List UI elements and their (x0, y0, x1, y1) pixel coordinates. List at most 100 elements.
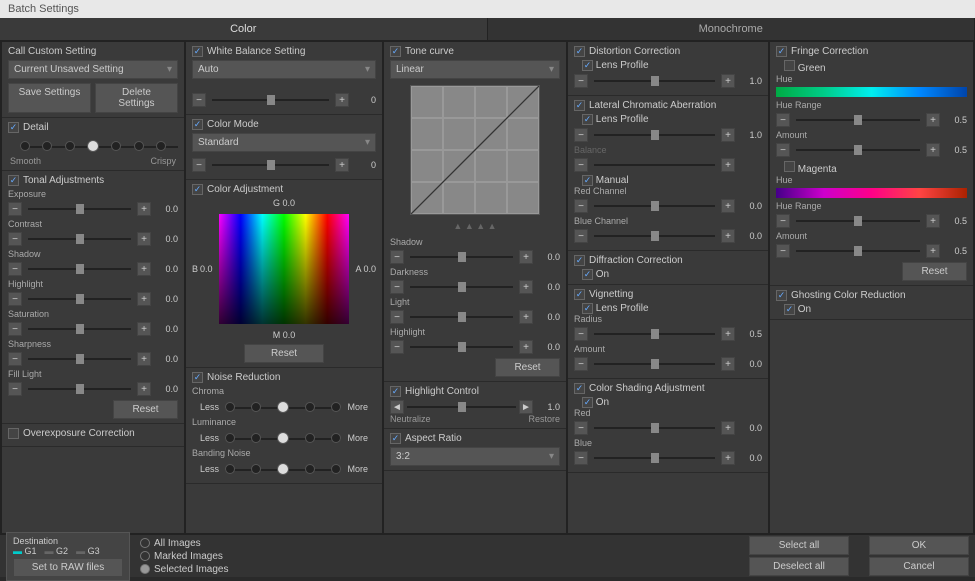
ok-button[interactable]: OK (869, 536, 969, 555)
detail-checkbox[interactable] (8, 122, 19, 133)
plus-button[interactable]: + (721, 327, 735, 341)
wb-dropdown[interactable]: Auto (192, 60, 376, 79)
fringe-checkbox[interactable] (776, 46, 787, 57)
select-all-button[interactable]: Select all (749, 536, 849, 555)
plus-button[interactable]: + (721, 451, 735, 465)
minus-button[interactable]: − (574, 451, 588, 465)
delete-settings-button[interactable]: Delete Settings (95, 83, 178, 113)
plus-button[interactable]: + (721, 128, 735, 142)
plus-button[interactable]: + (721, 199, 735, 213)
tab-monochrome[interactable]: Monochrome (488, 18, 975, 40)
tonecurve-checkbox[interactable] (390, 46, 401, 57)
minus-button[interactable]: − (192, 158, 206, 172)
custom-setting-dropdown[interactable]: Current Unsaved Setting (8, 60, 178, 79)
marked-images-radio[interactable]: Marked Images (140, 551, 229, 562)
plus-button[interactable]: + (721, 74, 735, 88)
lateral-checkbox[interactable] (574, 100, 585, 111)
aspect-checkbox[interactable] (390, 433, 401, 444)
wb-checkbox[interactable] (192, 46, 203, 57)
contrast-slider[interactable] (28, 238, 131, 240)
detail-dot[interactable] (20, 141, 30, 151)
minus-button[interactable]: − (574, 158, 588, 172)
minus-button[interactable]: − (574, 357, 588, 371)
minus-button[interactable]: − (776, 143, 790, 157)
diffraction-checkbox[interactable] (574, 255, 585, 266)
plus-button[interactable]: + (137, 232, 151, 246)
plus-button[interactable]: + (519, 310, 533, 324)
plus-button[interactable]: + (926, 214, 940, 228)
minus-button[interactable]: − (574, 421, 588, 435)
vignetting-lens-checkbox[interactable] (582, 303, 593, 314)
minus-button[interactable]: − (8, 322, 22, 336)
tonecurve-reset-button[interactable]: Reset (495, 358, 560, 377)
magenta-checkbox[interactable] (784, 161, 795, 172)
colormode-dropdown[interactable]: Standard (192, 133, 376, 152)
plus-button[interactable]: + (926, 143, 940, 157)
detail-dot[interactable] (65, 141, 75, 151)
aspect-dropdown[interactable]: 3:2 (390, 447, 560, 466)
shadow-slider[interactable] (28, 268, 131, 270)
minus-button[interactable]: − (390, 250, 404, 264)
minus-button[interactable]: − (8, 202, 22, 216)
distortion-checkbox[interactable] (574, 46, 585, 57)
minus-button[interactable]: − (574, 229, 588, 243)
minus-button[interactable]: − (574, 199, 588, 213)
green-hue-bar[interactable] (776, 87, 967, 97)
plus-button[interactable]: + (519, 340, 533, 354)
plus-button[interactable]: + (721, 421, 735, 435)
minus-button[interactable]: − (390, 340, 404, 354)
ghosting-checkbox[interactable] (776, 290, 787, 301)
hlcontrol-checkbox[interactable] (390, 386, 401, 397)
tonal-reset-button[interactable]: Reset (113, 400, 178, 419)
minus-button[interactable]: − (776, 113, 790, 127)
detail-dot[interactable] (111, 141, 121, 151)
plus-button[interactable]: + (137, 352, 151, 366)
minus-button[interactable]: − (8, 382, 22, 396)
fringe-reset-button[interactable]: Reset (902, 262, 967, 281)
green-checkbox[interactable] (784, 60, 795, 71)
tab-color[interactable]: Color (0, 18, 488, 40)
set-raw-button[interactable]: Set to RAW files (13, 558, 123, 577)
minus-button[interactable]: − (8, 292, 22, 306)
minus-button[interactable]: − (776, 244, 790, 258)
tone-curve-graph[interactable] (410, 85, 540, 215)
detail-dot[interactable] (134, 141, 144, 151)
plus-button[interactable]: + (926, 244, 940, 258)
plus-button[interactable]: + (137, 202, 151, 216)
ghosting-on-checkbox[interactable] (784, 304, 795, 315)
detail-dot[interactable] (156, 141, 166, 151)
minus-button[interactable]: − (390, 280, 404, 294)
sharpness-slider[interactable] (28, 358, 131, 360)
plus-button[interactable]: + (137, 262, 151, 276)
minus-button[interactable]: − (390, 310, 404, 324)
save-settings-button[interactable]: Save Settings (8, 83, 91, 113)
minus-button[interactable]: − (8, 262, 22, 276)
right-button[interactable]: ► (519, 400, 533, 414)
all-images-radio[interactable]: All Images (140, 538, 229, 549)
plus-button[interactable]: + (519, 280, 533, 294)
minus-button[interactable]: − (8, 232, 22, 246)
detail-dot[interactable] (42, 141, 52, 151)
minus-button[interactable]: − (574, 128, 588, 142)
saturation-slider[interactable] (28, 328, 131, 330)
shading-on-checkbox[interactable] (582, 397, 593, 408)
plus-button[interactable]: + (721, 229, 735, 243)
overexposure-checkbox[interactable] (8, 428, 19, 439)
cancel-button[interactable]: Cancel (869, 557, 969, 576)
lateral-lens-checkbox[interactable] (582, 114, 593, 125)
color-picker[interactable] (219, 214, 349, 324)
colormode-checkbox[interactable] (192, 119, 203, 130)
plus-button[interactable]: + (519, 250, 533, 264)
coloradj-checkbox[interactable] (192, 184, 203, 195)
tonecurve-dropdown[interactable]: Linear (390, 60, 560, 79)
deselect-all-button[interactable]: Deselect all (749, 557, 849, 576)
plus-button[interactable]: + (926, 113, 940, 127)
vignetting-checkbox[interactable] (574, 289, 585, 300)
manual-checkbox[interactable] (582, 175, 593, 186)
plus-button[interactable]: + (721, 357, 735, 371)
shading-checkbox[interactable] (574, 383, 585, 394)
plus-button[interactable]: + (721, 158, 735, 172)
minus-button[interactable]: − (776, 214, 790, 228)
noise-checkbox[interactable] (192, 372, 203, 383)
tonal-checkbox[interactable] (8, 175, 19, 186)
